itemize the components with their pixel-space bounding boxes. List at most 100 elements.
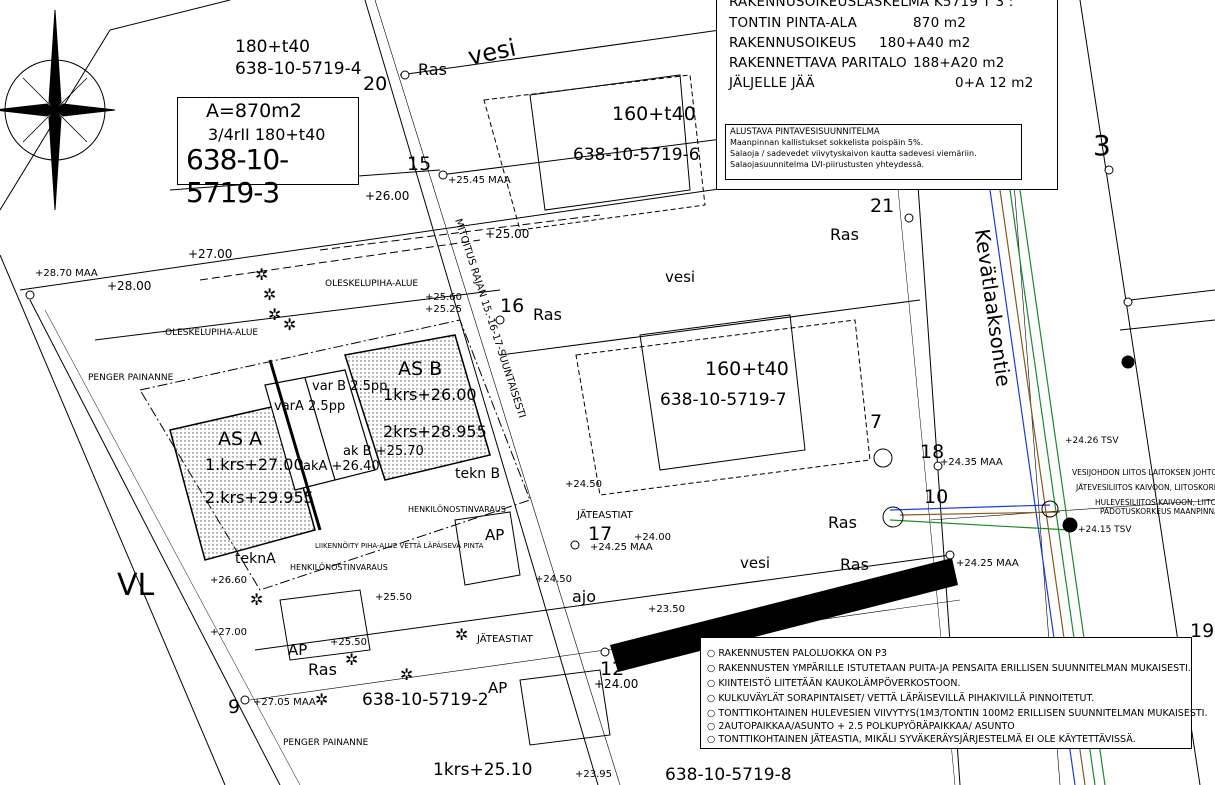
note-text: KULKUVÄYLÄT SORAPINTAISET/ VETTÄ LÄPÄISE… bbox=[718, 693, 1095, 704]
plot-label-4-id: 638-10-5719-4 bbox=[235, 59, 362, 79]
tree-icon: ✲ bbox=[255, 265, 268, 284]
level-label: +24.25 MAA bbox=[956, 558, 1019, 569]
plot-label-6-right: 160+t40 bbox=[612, 103, 696, 125]
level-label: +25.60 bbox=[425, 292, 462, 303]
ras-label: Ras bbox=[308, 660, 337, 679]
calc-row-label: RAKENNETTAVA PARITALO bbox=[729, 55, 907, 71]
plot-label-7-id: 638-10-5719-7 bbox=[660, 390, 787, 410]
tekn-a: teknA bbox=[235, 551, 276, 567]
north-arrow-icon bbox=[0, 9, 116, 211]
plot-label-2-id: 638-10-5719-2 bbox=[362, 690, 489, 710]
tree-icon: ✲ bbox=[455, 625, 468, 644]
tree-icon: ✲ bbox=[263, 285, 276, 304]
note-text: RAKENNUSTEN YMPÄRILLE ISTUTETAAN PUITA-J… bbox=[718, 663, 1191, 674]
level-label: +23.50 bbox=[648, 604, 685, 615]
penger-label: PENGER PAINANNE bbox=[283, 738, 369, 748]
level-label: +24.50 bbox=[535, 574, 572, 585]
tekn-b: tekn B bbox=[455, 466, 500, 482]
note-item: ○ RAKENNUSTEN PALOLUOKKA ON P3 bbox=[707, 648, 887, 659]
point-number: 10 bbox=[924, 486, 948, 508]
plot-label-7-right: 160+t40 bbox=[705, 358, 789, 380]
building-a-name: AS A bbox=[218, 428, 262, 450]
level-label: +24.35 MAA bbox=[940, 457, 1003, 468]
ap-label: AP bbox=[288, 641, 307, 659]
ras-label: Ras bbox=[533, 305, 562, 324]
ak-a: akA +26.40 bbox=[303, 459, 380, 474]
note-text: KIINTEISTÖ LIITETÄÄN KAUKOLÄMPÖVERKOSTOO… bbox=[718, 678, 961, 689]
building-b-f2: 2krs+28.955 bbox=[383, 422, 487, 441]
note-item: ○ KULKUVÄYLÄT SORAPINTAISET/ VETTÄ LÄPÄI… bbox=[707, 693, 1095, 704]
point-number: 19 bbox=[1190, 620, 1214, 642]
plot-floors: 3/4rII 180+t40 bbox=[208, 125, 326, 144]
henkilonosto-label: HENKILÖNOSTINVARAUS bbox=[290, 562, 388, 572]
padotus-label: PADOTUSKORKEUS MAANPINNAN bbox=[1100, 507, 1215, 516]
plot-label-6-id: 638-10-5719-6 bbox=[573, 145, 700, 165]
level-label: +25.50 bbox=[375, 592, 412, 603]
ras-label: Ras bbox=[828, 513, 857, 532]
ak-b: ak B +25.70 bbox=[343, 444, 424, 459]
tsv-label: +24.15 TSV bbox=[1078, 525, 1132, 535]
penger-label: PENGER PAINANNE bbox=[88, 373, 174, 383]
note-text: RAKENNUSTEN PALOLUOKKA ON P3 bbox=[718, 648, 887, 659]
vesijohto-label: VESIJOHDON LIITOS LAITOKSEN JOHTOON bbox=[1072, 468, 1215, 477]
water-plan-line: Maanpinnan kallistukset sokkelista poisp… bbox=[730, 138, 924, 147]
level-label: +25.50 bbox=[330, 637, 367, 648]
level-label: +24.00 bbox=[594, 677, 638, 691]
level-label: +27.00 bbox=[188, 247, 232, 261]
ras-label: Ras bbox=[418, 60, 447, 79]
general-notes-box: ○ RAKENNUSTEN PALOLUOKKA ON P3 ○ RAKENNU… bbox=[700, 637, 1208, 749]
note-item: ○ KIINTEISTÖ LIITETÄÄN KAUKOLÄMPÖVERKOST… bbox=[707, 678, 961, 689]
calc-row-value: 0+A 12 m2 bbox=[955, 75, 1034, 91]
tree-icon: ✲ bbox=[400, 665, 413, 684]
calc-row-label: TONTIN PINTA-ALA bbox=[729, 15, 858, 31]
plot-label-4-right: 180+t40 bbox=[235, 37, 310, 57]
note-item: ○ 2AUTOPAIKKAA/ASUNTO + 2.5 POLKUPYÖRÄPA… bbox=[707, 721, 1015, 732]
level-label: +25.45 MAA bbox=[448, 175, 511, 186]
level-label: +24.50 bbox=[565, 479, 602, 490]
note-item: ○ RAKENNUSTEN YMPÄRILLE ISTUTETAAN PUITA… bbox=[707, 663, 1191, 674]
point-number: 16 bbox=[500, 295, 524, 317]
point-number: 3 bbox=[1093, 129, 1111, 162]
ras-label: Ras bbox=[840, 555, 869, 574]
ap-label: AP bbox=[488, 679, 507, 697]
hulevesi-label: HULEVESILIITOS KAIVOON, LIITOSKORKEUS bbox=[1095, 498, 1215, 507]
surface-water-plan-box: ALUSTAVA PINTAVESISUUNNITELMA Maanpinnan… bbox=[725, 124, 1022, 180]
plot-area: A=870m2 bbox=[206, 100, 302, 122]
plot-id: 638-10-5719-3 bbox=[186, 143, 289, 209]
water-plan-line: Salaoja / sadevedet viivytyskaivon kautt… bbox=[730, 149, 977, 158]
building-a-f1: 1.krs+27.00 bbox=[205, 455, 304, 474]
point-number: 20 bbox=[363, 73, 387, 95]
tree-icon: ✲ bbox=[315, 690, 328, 709]
plot-info-box: A=870m2 3/4rII 180+t40 638-10-5719-3 bbox=[177, 97, 359, 209]
ap-label: AP bbox=[485, 526, 504, 544]
level-label: +23.95 bbox=[575, 769, 612, 780]
liikennoity-label: LIIKENNÖITY PIHA-ALUE VETTÄ LÄPÄISEVÄ PI… bbox=[315, 541, 484, 550]
vesi-label: vesi bbox=[465, 33, 518, 70]
point-number: 21 bbox=[870, 195, 894, 217]
tree-icon: ✲ bbox=[250, 590, 263, 609]
oleskelu-label: OLESKELUPIHA-ALUE bbox=[325, 279, 418, 289]
calc-row-value: 188+A20 m2 bbox=[913, 55, 1005, 71]
point-number: 7 bbox=[870, 411, 882, 433]
var-b: var B 2.5pp bbox=[312, 379, 387, 394]
calculation-title: RAKENNUSOIKEUSLASKELMA K5719 T 3 : bbox=[729, 0, 1014, 10]
level-label: +27.00 bbox=[210, 627, 247, 638]
water-plan-title: ALUSTAVA PINTAVESISUUNNITELMA bbox=[730, 127, 880, 137]
ras-label: Ras bbox=[830, 225, 859, 244]
oleskelu-label: OLESKELUPIHA-ALUE bbox=[165, 328, 258, 338]
vesi-label: vesi bbox=[740, 554, 770, 572]
plot-label-8-id: 638-10-5719-8 bbox=[665, 765, 792, 785]
note-item: ○ TONTTIKOHTAINEN HULEVESIEN VIIVYTYS(1M… bbox=[707, 708, 1208, 719]
level-label: +28.00 bbox=[107, 279, 151, 293]
level-label: +26.00 bbox=[365, 189, 409, 203]
level-label: +26.60 bbox=[210, 575, 247, 586]
calc-row-label: JÄLJELLE JÄÄ bbox=[729, 75, 815, 91]
ajo-label: ajo bbox=[572, 587, 596, 606]
level-label: +24.25 MAA bbox=[590, 542, 653, 553]
level-label: +27.05 MAA bbox=[253, 697, 316, 708]
tree-icon: ✲ bbox=[283, 315, 296, 334]
tree-icon: ✲ bbox=[345, 650, 358, 669]
level-label: +25.25 bbox=[425, 304, 462, 315]
vl-label: VL bbox=[117, 568, 155, 603]
calc-row-value: 870 m2 bbox=[913, 15, 966, 31]
